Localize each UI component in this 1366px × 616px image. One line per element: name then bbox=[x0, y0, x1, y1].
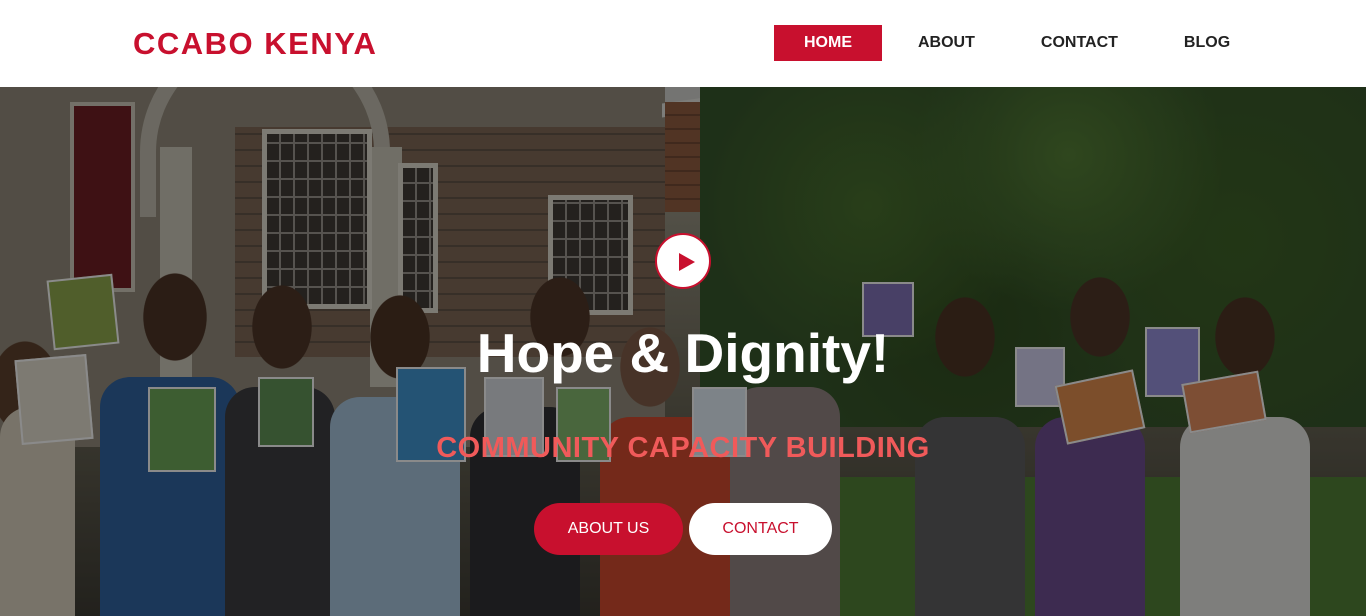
main-nav: HOME ABOUT CONTACT BLOG bbox=[774, 25, 1258, 61]
hero-subheadline: COMMUNITY CAPACITY BUILDING bbox=[436, 432, 930, 464]
brand-logo[interactable]: CCABO KENYA bbox=[133, 26, 377, 62]
nav-item-contact[interactable]: CONTACT bbox=[1013, 25, 1146, 61]
nav-item-blog[interactable]: BLOG bbox=[1156, 25, 1258, 61]
nav-item-home[interactable]: HOME bbox=[774, 25, 882, 61]
about-us-button[interactable]: ABOUT US bbox=[534, 503, 683, 555]
hero-headline: Hope & Dignity! bbox=[476, 322, 890, 384]
contact-button[interactable]: CONTACT bbox=[689, 503, 832, 555]
top-navbar: CCABO KENYA HOME ABOUT CONTACT BLOG bbox=[0, 0, 1366, 87]
hero-section: Hope & Dignity! COMMUNITY CAPACITY BUILD… bbox=[0, 87, 1366, 616]
nav-item-about[interactable]: ABOUT bbox=[890, 25, 1003, 61]
play-video-button[interactable] bbox=[655, 233, 711, 289]
